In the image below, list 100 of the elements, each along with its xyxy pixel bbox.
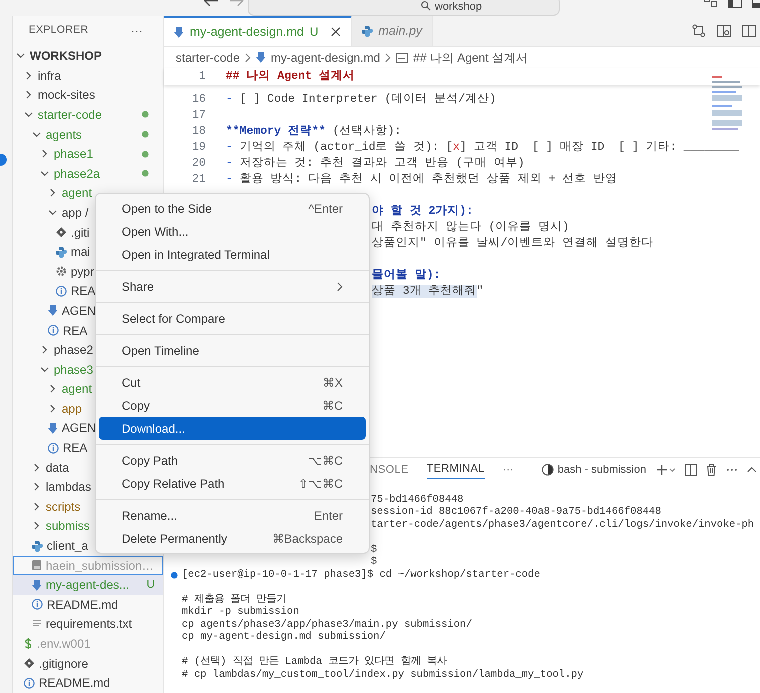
tree-item[interactable]: WORKSHOP <box>13 46 163 66</box>
line-number: 21 <box>191 172 207 188</box>
terminal-selector[interactable]: bash - submission <box>542 462 646 478</box>
terminal-line: tarter-code/agents/phase3/agentcore/.cli/logs/invoke/invoke-ph <box>371 518 754 533</box>
code-line: 야 할 것 2가지): <box>372 204 474 220</box>
chevron-right-icon <box>245 52 252 62</box>
tree-item[interactable]: starter-code <box>13 105 163 125</box>
terminal-line: # 제출용 폴더 만들기 <box>182 592 287 606</box>
menu-item[interactable]: Open Timeline <box>99 339 366 362</box>
chevron-down-icon <box>40 168 50 179</box>
gear-icon <box>56 266 67 278</box>
chevron-right-icon <box>40 149 50 160</box>
menu-item[interactable]: Copy Path ⌥⌘C <box>99 449 366 472</box>
close-icon <box>330 27 341 37</box>
chevron-down-icon <box>40 364 50 375</box>
info-icon <box>24 678 35 689</box>
breadcrumb-item[interactable]: my-agent-design.md <box>271 48 380 66</box>
search-box[interactable]: workshop <box>248 0 560 16</box>
python-icon <box>56 246 67 258</box>
terminal-line: mkdir -p submission <box>182 605 300 620</box>
more-icon <box>726 468 738 472</box>
chevron-right-icon <box>24 90 34 100</box>
tree-item[interactable]: .gitignore <box>13 654 163 674</box>
code-line: 대 추천하지 않는다 (이유를 명시) <box>372 220 570 236</box>
chevron-right-icon <box>32 462 42 473</box>
shortcut-text: ⌘C <box>322 398 343 414</box>
tree-item[interactable]: mock-sites <box>13 86 163 106</box>
panel-tab[interactable]: NSOLE <box>370 461 409 479</box>
chevron-down-icon <box>32 130 42 140</box>
file-icon <box>32 560 42 572</box>
chevron-right-icon <box>24 70 34 81</box>
compare-changes-icon <box>692 24 706 38</box>
terminal-line: [ec2-user@ip-10-0-1-17 phase3]$ cd ~/workshop/starter-code <box>182 568 540 583</box>
terminal-line: cp agents/phase3/app/phase3/main.py submission/ <box>182 618 472 632</box>
chevron-right-icon <box>48 188 58 198</box>
chevron-right-icon <box>32 502 42 512</box>
chevron-up-icon <box>747 466 758 474</box>
dollar-icon <box>24 638 33 650</box>
breadcrumb-item[interactable]: starter-code <box>176 48 240 66</box>
menu-item[interactable]: Open With... <box>99 220 366 243</box>
chevron-right-icon <box>385 52 392 62</box>
tree-item[interactable]: README.md <box>13 595 163 615</box>
info-icon <box>48 325 59 336</box>
code-line: - [ ] Code Interpreter (데이터 분석/계산) <box>226 92 496 108</box>
editor-tab[interactable]: main.py <box>352 16 434 46</box>
chevron-right-icon <box>32 521 42 532</box>
heading-symbol-icon <box>396 52 408 62</box>
more-button[interactable]: ··· <box>502 462 514 478</box>
line-number: 1 <box>198 68 207 85</box>
tree-item[interactable]: README.md <box>13 673 163 693</box>
panel-tab[interactable]: TERMINAL <box>426 461 485 479</box>
info-icon <box>56 286 67 297</box>
breadcrumb-item[interactable]: ## 나의 Agent 설계서 <box>413 48 528 66</box>
diamond-icon <box>56 227 67 238</box>
tree-item[interactable]: agents <box>13 124 163 144</box>
code-line: 물어볼 말): <box>372 268 441 284</box>
terminal-line: cp my-agent-design.md submission/ <box>182 630 386 646</box>
chevron-right-icon <box>48 404 58 414</box>
code-line: 상품인지" 이유를 날씨/이벤트와 연결해 설명한다 <box>372 236 654 252</box>
chevron-right-icon <box>40 345 50 356</box>
menu-item[interactable]: Download... <box>99 417 366 440</box>
chevron-right-icon <box>32 482 42 492</box>
split-editor-icon <box>742 24 756 38</box>
shortcut-text: ⌥⌘C <box>308 452 343 470</box>
tree-item[interactable]: requirements.txt <box>13 614 163 634</box>
terminal-line: $ <box>371 555 378 570</box>
menu-item[interactable]: Copy Relative Path ⇧⌥⌘C <box>99 472 366 495</box>
python-icon <box>362 26 373 36</box>
terminal-line: session-id 88c1067f-a200-40a8-9a75-bd1466f08448 <box>371 505 662 520</box>
code-line: - 저장하는 것: 추천 결과와 고객 반응 (구매 여부) <box>226 156 525 172</box>
line-number: 20 <box>191 156 207 172</box>
menu-item[interactable]: Delete Permanently ⌘Backspace <box>99 527 366 550</box>
markdown-icon <box>48 422 58 434</box>
markdown-icon <box>48 305 58 316</box>
menu-item[interactable]: Copy ⌘C <box>99 394 366 417</box>
prompt-dot-icon <box>171 572 178 579</box>
code-line: - 활용 방식: 다음 추천 시 이전에 추천했던 상품 제외 + 선호 반영 <box>226 172 618 188</box>
code-line: ## 나의 Agent 설계서 <box>226 68 356 85</box>
minimap-drawing <box>712 76 742 130</box>
shortcut-text: Enter <box>314 508 343 524</box>
line-number: 16 <box>191 92 207 108</box>
info-icon <box>48 442 59 454</box>
terminal-line: 75-bd1466f08448 <box>371 492 464 506</box>
sidebar-title: EXPLORER <box>29 23 89 38</box>
more-button[interactable]: ··· <box>131 22 143 40</box>
tree-item[interactable]: phase2a <box>13 164 163 184</box>
tree-item[interactable]: phase1 <box>13 144 163 164</box>
code-line: 상품 3개 추천해줘" <box>372 284 484 300</box>
shortcut-text: ⇧⌥⌘C <box>298 476 343 492</box>
shortcut-text: ⌘Backspace <box>272 530 343 548</box>
line-number: 18 <box>191 124 207 140</box>
markdown-icon <box>256 52 266 63</box>
menu-item[interactable]: Select for Compare <box>99 307 366 330</box>
shortcut-text: ^Enter <box>308 200 343 218</box>
menu-item[interactable]: Rename... Enter <box>99 504 366 527</box>
tree-item[interactable]: infra <box>13 66 163 86</box>
editor-tab[interactable]: my-agent-design.md U <box>164 16 352 46</box>
open-preview-icon <box>717 24 731 38</box>
git-status-letter: U <box>146 578 155 593</box>
chevron-right-icon <box>48 384 58 394</box>
